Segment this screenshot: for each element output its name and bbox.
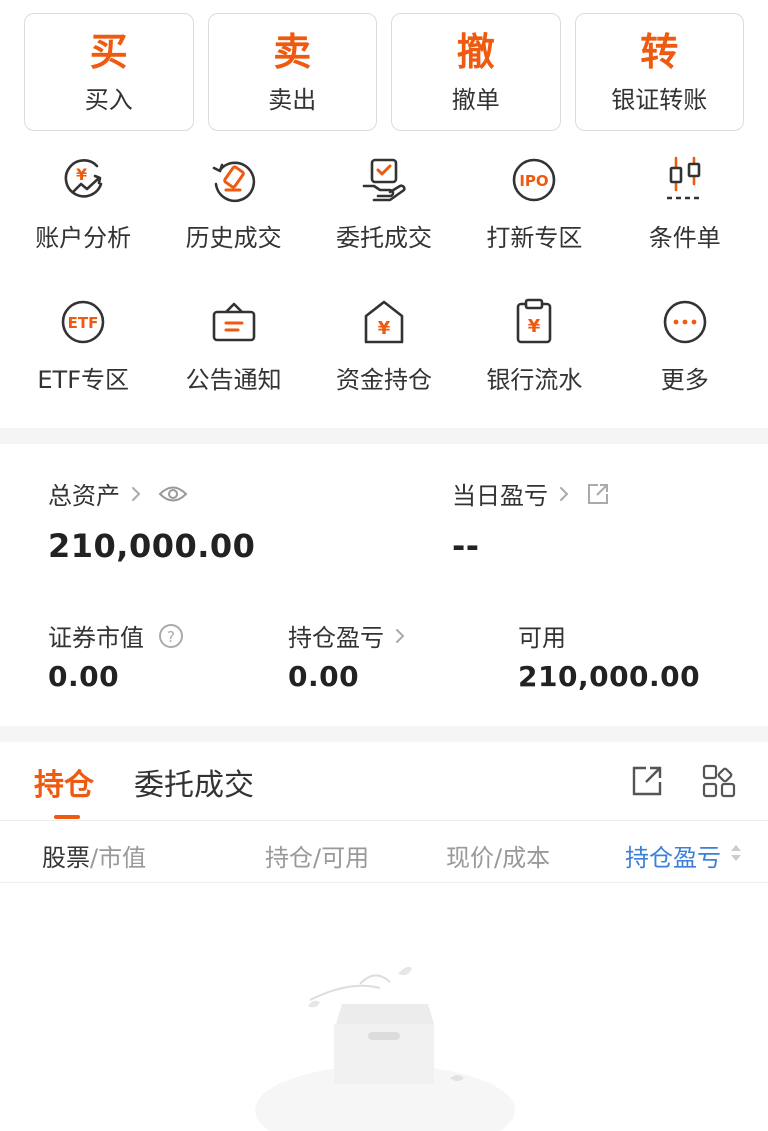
bank-transfer-button[interactable]: 转 银证转账 <box>574 13 744 131</box>
func-label: 打新专区 <box>486 224 583 252</box>
share-icon[interactable] <box>630 764 664 798</box>
sell-button[interactable]: 卖 卖出 <box>207 13 377 131</box>
func-label: 更多 <box>660 366 709 394</box>
section-divider <box>0 726 768 742</box>
section-divider <box>0 428 768 444</box>
market-value-label: 证券市值 <box>48 624 144 652</box>
col-stock[interactable]: 股票/市值 <box>42 838 146 873</box>
daily-pl-link[interactable]: 当日盈亏 <box>452 476 610 511</box>
total-assets-link[interactable]: 总资产 <box>48 476 188 511</box>
func-label: 银行流水 <box>486 366 583 394</box>
external-link-icon[interactable] <box>586 482 610 506</box>
etf-icon: ETF <box>61 300 105 344</box>
tab-active-indicator <box>54 815 80 819</box>
eye-icon[interactable] <box>158 483 188 505</box>
market-value: 0.00 <box>48 660 120 693</box>
func-history-trade[interactable]: 历史成交 <box>158 150 308 292</box>
ipo-icon: IPO <box>513 158 556 202</box>
buy-button[interactable]: 买 买入 <box>24 13 194 131</box>
more-icon <box>663 300 707 344</box>
cancel-char: 撤 <box>456 29 495 74</box>
sell-label: 卖出 <box>268 85 317 114</box>
help-icon[interactable]: ? <box>158 623 184 649</box>
func-etf[interactable]: ETF ETF专区 <box>8 292 158 434</box>
chevron-right-icon <box>132 486 141 501</box>
func-label: 委托成交 <box>335 224 432 252</box>
position-pl-label: 持仓盈亏 <box>288 624 384 652</box>
func-condition-order[interactable]: 条件单 <box>610 150 760 292</box>
func-label: 资金持仓 <box>335 366 432 394</box>
empty-box-illustration <box>255 966 515 1131</box>
svg-text:IPO: IPO <box>520 172 549 190</box>
cancel-label: 撤单 <box>451 85 500 114</box>
function-grid: ¥ 账户分析 历史成交 委托成交 IPO 打新专区 条件单 ETF ETF专区 … <box>8 150 760 434</box>
func-order-trade[interactable]: 委托成交 <box>309 150 459 292</box>
daily-pl-value: -- <box>452 527 480 565</box>
funds-position-icon: ¥ <box>364 300 404 344</box>
func-more[interactable]: 更多 <box>610 292 760 434</box>
cancel-order-button[interactable]: 撤 撤单 <box>391 13 561 131</box>
func-label: ETF专区 <box>37 366 130 394</box>
position-pl-value: 0.00 <box>288 660 360 693</box>
tab-orders[interactable]: 委托成交 <box>134 760 254 804</box>
total-assets-label: 总资产 <box>48 482 120 510</box>
transfer-label: 银证转账 <box>611 85 708 114</box>
trade-buttons: 买 买入 卖 卖出 撤 撤单 转 银证转账 <box>24 13 744 131</box>
svg-text:ETF: ETF <box>68 314 99 332</box>
buy-label: 买入 <box>84 85 133 114</box>
svg-text:?: ? <box>167 628 175 646</box>
transfer-char: 转 <box>640 29 679 74</box>
grid-view-icon[interactable] <box>702 764 736 798</box>
func-label: 条件单 <box>648 224 721 252</box>
available-label-group: 可用 <box>518 618 566 653</box>
available-value: 210,000.00 <box>518 660 701 693</box>
tab-divider <box>0 820 768 821</box>
func-funds-position[interactable]: ¥ 资金持仓 <box>309 292 459 434</box>
account-analysis-icon: ¥ <box>64 159 103 198</box>
sell-char: 卖 <box>273 29 312 74</box>
func-label: 公告通知 <box>185 366 282 394</box>
tab-positions[interactable]: 持仓 <box>34 760 94 804</box>
svg-text:¥: ¥ <box>528 316 541 337</box>
func-ipo[interactable]: IPO 打新专区 <box>459 150 609 292</box>
func-label: 历史成交 <box>185 224 282 252</box>
announcement-icon <box>212 302 255 342</box>
history-trade-icon <box>212 161 255 203</box>
market-value-label-group: 证券市值 ? <box>48 618 184 653</box>
col-market-value-label: /市值 <box>90 844 147 872</box>
func-announcement[interactable]: 公告通知 <box>158 292 308 434</box>
sort-icon[interactable] <box>728 842 744 864</box>
col-price[interactable]: 现价/成本 <box>446 838 550 873</box>
svg-text:¥: ¥ <box>76 165 87 184</box>
position-pl-link[interactable]: 持仓盈亏 <box>288 618 408 653</box>
order-trade-icon <box>362 158 406 202</box>
func-label: 账户分析 <box>35 224 132 252</box>
buy-char: 买 <box>89 29 128 74</box>
col-stock-label: 股票 <box>42 844 90 872</box>
header-divider <box>0 882 768 883</box>
func-account-analysis[interactable]: ¥ 账户分析 <box>8 150 158 292</box>
func-bank-statement[interactable]: ¥ 银行流水 <box>459 292 609 434</box>
daily-pl-label: 当日盈亏 <box>452 482 548 510</box>
chevron-right-icon <box>396 628 405 643</box>
available-label: 可用 <box>518 624 566 652</box>
bank-statement-icon: ¥ <box>517 298 552 344</box>
svg-text:¥: ¥ <box>378 318 391 339</box>
total-assets-value: 210,000.00 <box>48 527 256 565</box>
col-position[interactable]: 持仓/可用 <box>265 838 369 873</box>
col-pl[interactable]: 持仓盈亏 <box>625 838 721 873</box>
condition-order-icon <box>666 156 703 200</box>
chevron-right-icon <box>560 486 569 501</box>
